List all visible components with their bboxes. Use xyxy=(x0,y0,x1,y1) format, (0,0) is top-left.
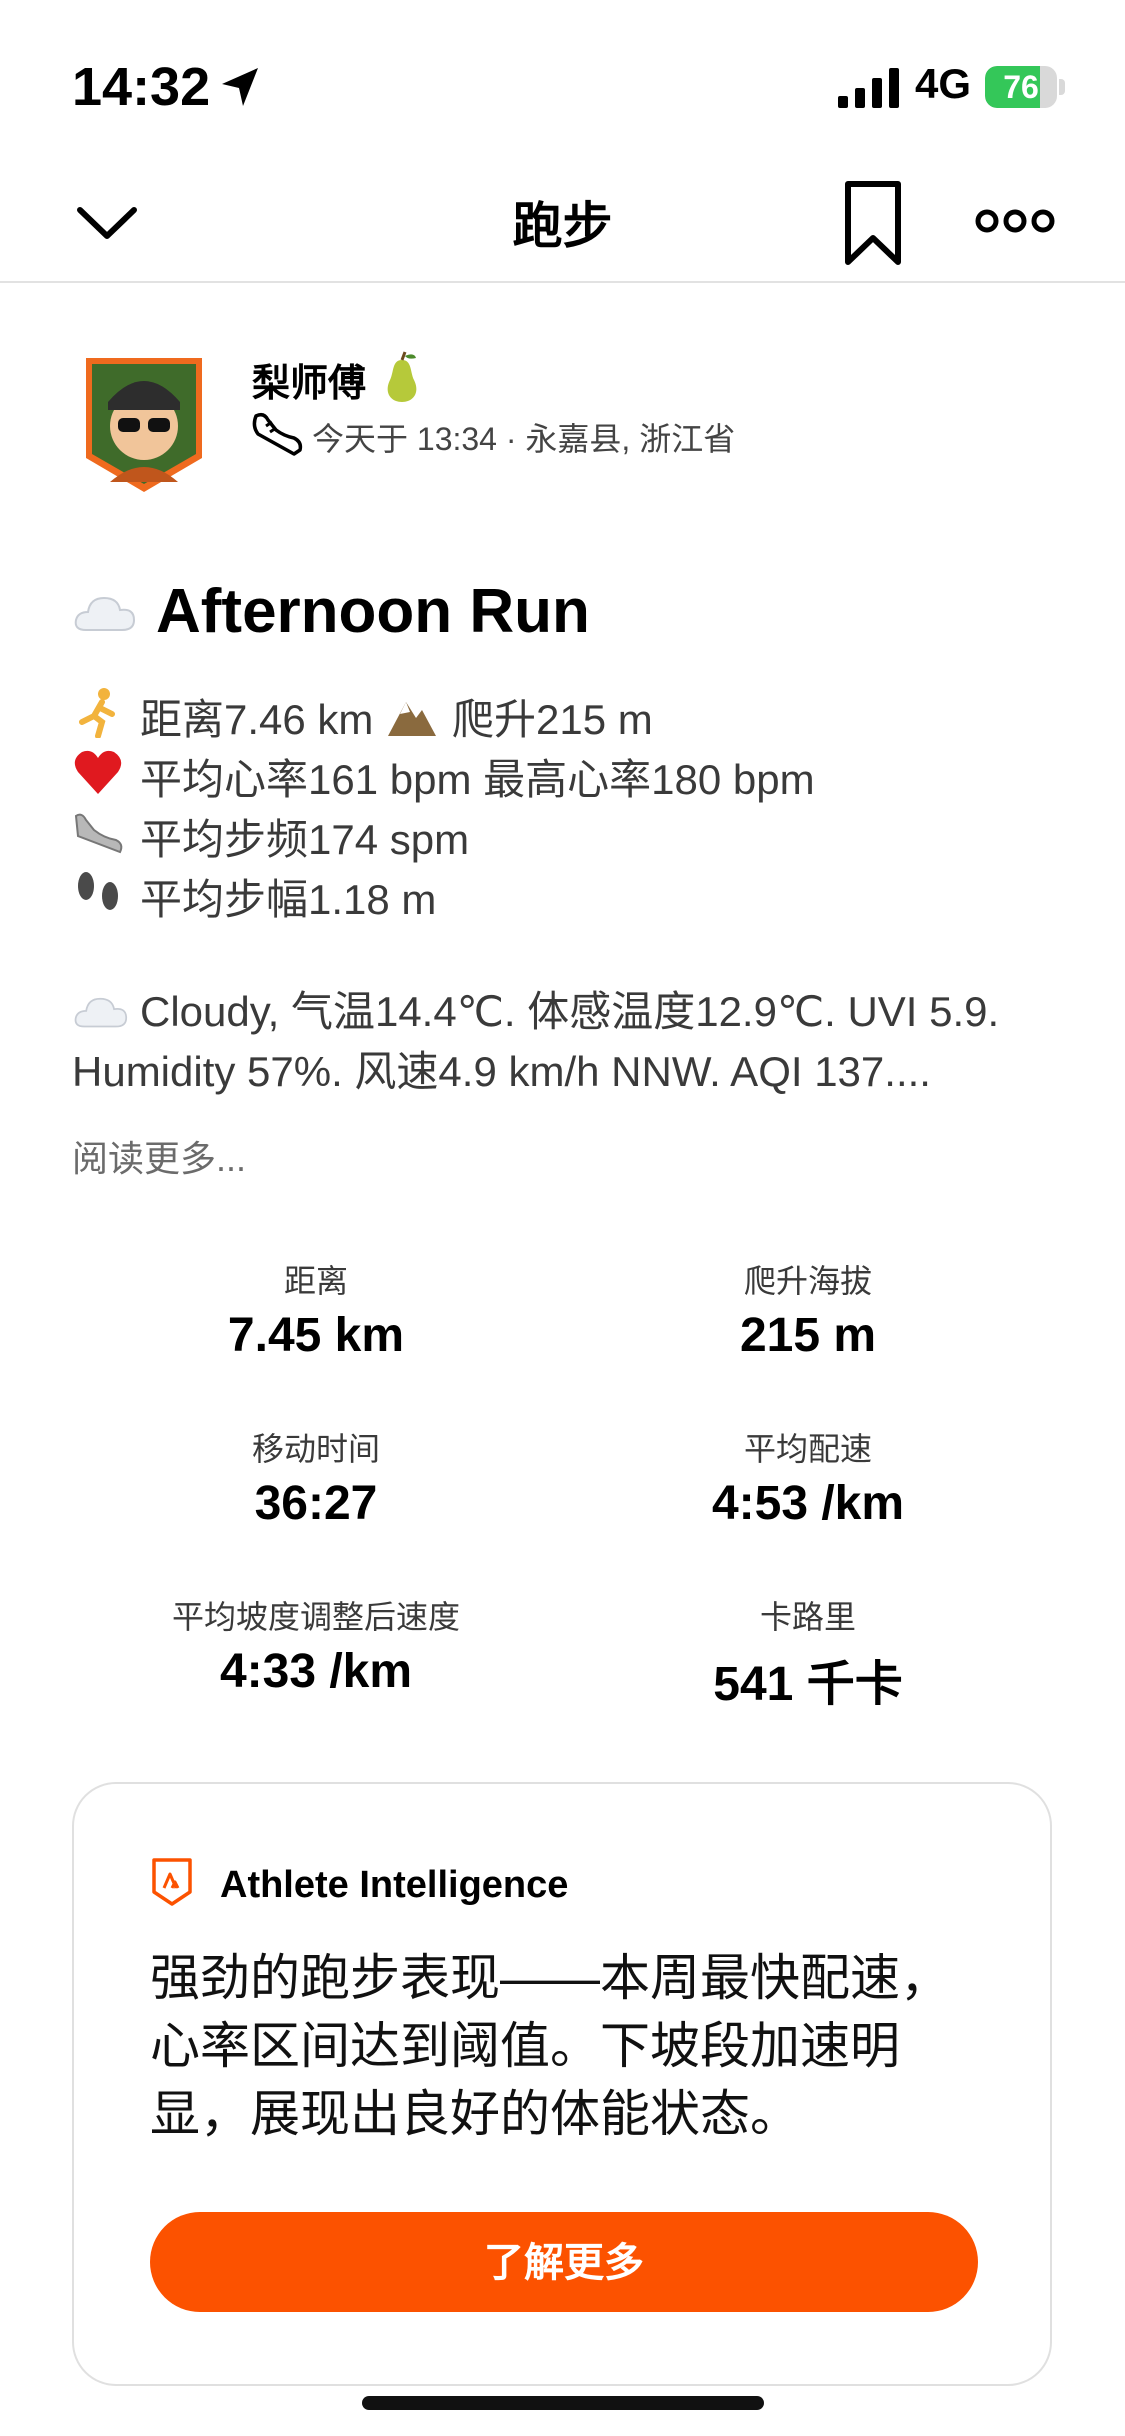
cloud-icon xyxy=(74,997,128,1028)
ai-card-title: Athlete Intelligence xyxy=(220,1864,569,1906)
stat-value: 541 千卡 xyxy=(713,1658,903,1711)
cloud-icon xyxy=(74,596,136,631)
desc-cadence: 平均步频174 spm xyxy=(140,816,470,863)
runner-icon xyxy=(79,688,115,738)
battery-percent: 76 xyxy=(1003,69,1039,105)
stat-label: 平均坡度调整后速度 xyxy=(171,1599,460,1635)
signal-icon xyxy=(838,68,899,108)
more-icon[interactable] xyxy=(975,196,1055,246)
battery-icon: 76 xyxy=(985,66,1065,108)
sneaker-icon xyxy=(74,813,123,854)
heart-icon xyxy=(74,750,122,794)
ai-summary-text: 强劲的跑步表现——本周最快配速，心率区间达到阈值。下坡段加速明显，展现出良好的体… xyxy=(150,1950,950,2142)
network-type: 4G xyxy=(915,60,972,107)
stat-value: 7.45 km xyxy=(227,1309,405,1362)
stat-value: 4:33 /km xyxy=(219,1645,413,1698)
athlete-name[interactable]: 梨师傅 xyxy=(252,352,366,407)
stat-label: 距离 xyxy=(283,1263,348,1299)
nav-bar: 跑步 xyxy=(0,160,1125,283)
page-title: 跑步 xyxy=(512,198,613,254)
stat-label: 卡路里 xyxy=(759,1599,856,1635)
activity-meta: 今天于 13:34 · 永嘉县, 浙江省 xyxy=(312,421,736,457)
avatar[interactable] xyxy=(80,352,208,496)
desc-distance: 距离7.46 km xyxy=(140,696,374,743)
weather-line-2: Humidity 57%. 风速4.9 km/h NNW. AQI 137...… xyxy=(72,1048,931,1095)
read-more-link[interactable]: 阅读更多... xyxy=(72,1130,246,1182)
status-bar: 14:32 4G 76 xyxy=(0,0,1125,160)
stat-label: 移动时间 xyxy=(251,1431,380,1467)
stat-label: 平均配速 xyxy=(743,1431,872,1467)
mountain-icon xyxy=(388,702,436,736)
bookmark-icon[interactable] xyxy=(838,178,908,268)
stat-value: 36:27 xyxy=(254,1477,378,1530)
stat-value: 4:53 /km xyxy=(711,1477,905,1530)
athlete-intelligence-card: Athlete Intelligence 强劲的跑步表现——本周最快配速，心率区… xyxy=(72,1782,1052,2386)
weather-line-1: Cloudy, 气温14.4℃. 体感温度12.9℃. UVI 5.9. xyxy=(140,988,1000,1035)
desc-stride: 平均步幅1.18 m xyxy=(140,876,437,923)
location-arrow-icon xyxy=(222,68,258,106)
stat-value: 215 m xyxy=(739,1309,877,1362)
home-indicator[interactable] xyxy=(362,2396,764,2410)
activity-title: Afternoon Run xyxy=(156,577,590,646)
shoe-icon xyxy=(252,412,303,456)
learn-more-button[interactable]: 了解更多 xyxy=(150,2212,978,2312)
pear-icon xyxy=(387,351,417,402)
desc-elevation: 爬升215 m xyxy=(452,696,653,743)
stat-label: 爬升海拔 xyxy=(743,1263,872,1299)
status-time: 14:32 xyxy=(72,57,211,117)
desc-heart-rate: 平均心率161 bpm 最高心率180 bpm xyxy=(140,756,815,803)
footprints-icon xyxy=(78,872,118,910)
strava-logo-icon xyxy=(152,1858,192,1906)
